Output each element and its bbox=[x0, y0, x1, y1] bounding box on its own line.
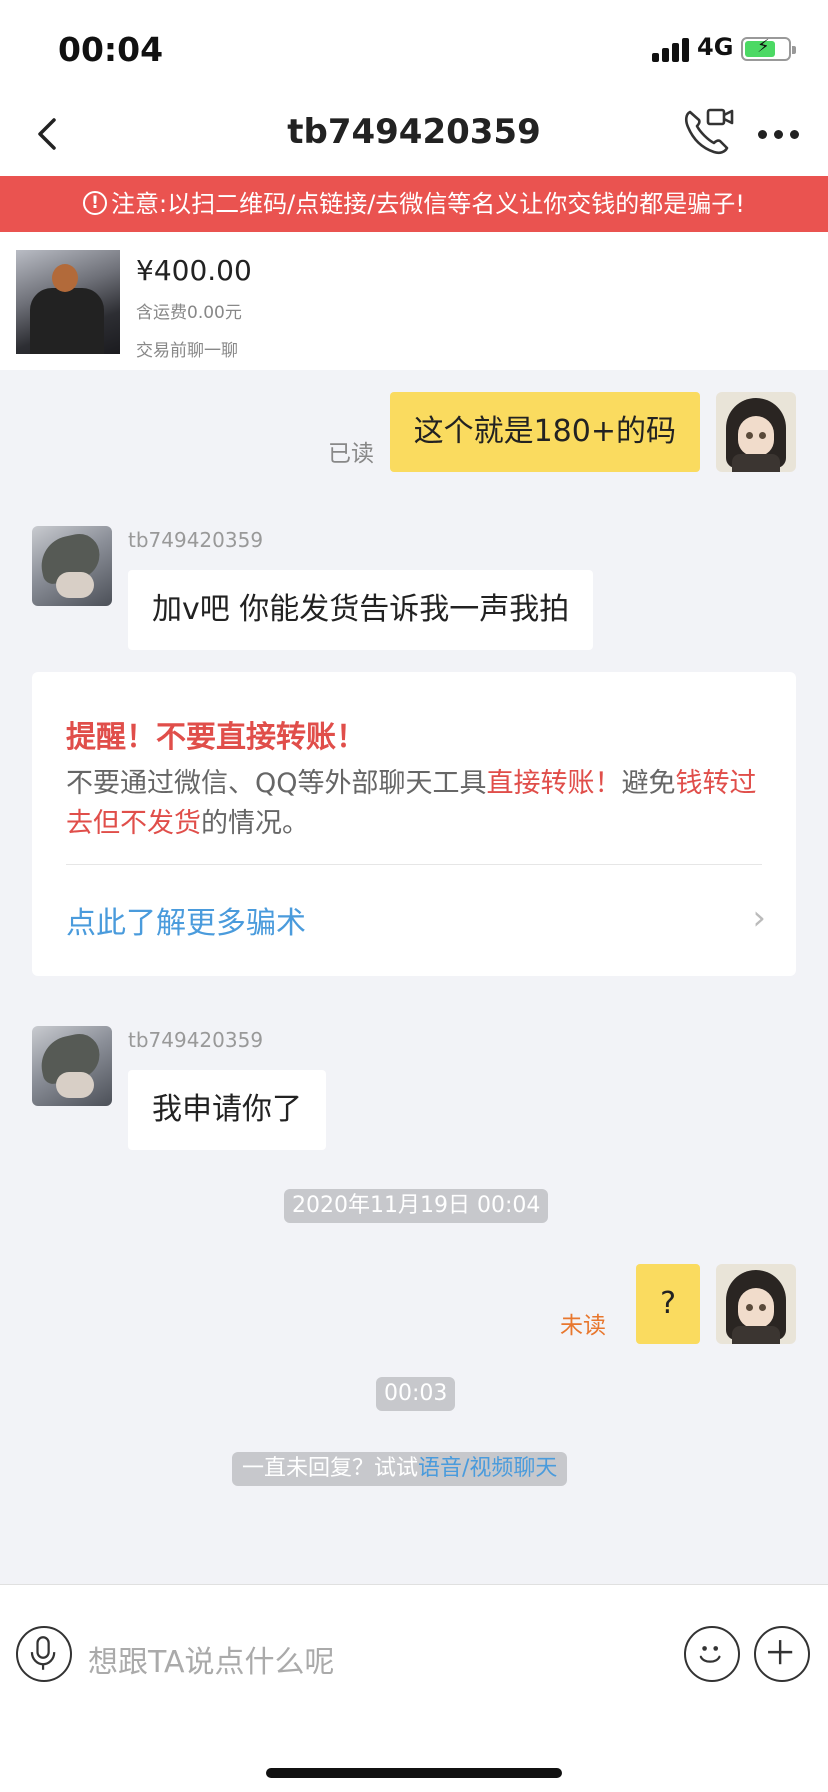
my-avatar[interactable] bbox=[716, 1264, 796, 1344]
product-note: 交易前聊一聊 bbox=[136, 341, 238, 361]
reminder-text-part: 避免 bbox=[621, 768, 676, 799]
home-indicator[interactable] bbox=[266, 1768, 562, 1778]
status-bar: 00:04 4G ⚡ bbox=[0, 0, 828, 92]
reminder-text-part: 的情况。 bbox=[201, 808, 309, 839]
read-status: 已读 bbox=[328, 441, 374, 467]
timestamp: 00:03 bbox=[376, 1377, 456, 1411]
sender-name: tb749420359 bbox=[128, 528, 264, 552]
contact-avatar[interactable] bbox=[32, 526, 112, 606]
unread-status: 未读 bbox=[560, 1313, 606, 1339]
product-card[interactable]: ¥400.00 含运费0.00元 交易前聊一聊 bbox=[0, 232, 828, 370]
voice-video-chat-link[interactable]: 语音/视频聊天 bbox=[418, 1456, 557, 1481]
network-type: 4G bbox=[697, 33, 734, 61]
message-bubble[interactable]: 加v吧 你能发货告诉我一声我拍 bbox=[128, 570, 594, 650]
hint-text: 一直未回复？试试 bbox=[242, 1456, 419, 1481]
microphone-icon bbox=[30, 1636, 56, 1670]
scam-warning-bar: ! 注意:以扫二维码/点链接/去微信等名义让你交钱的都是骗子! bbox=[0, 176, 828, 232]
more-icon[interactable] bbox=[758, 130, 802, 140]
reminder-title: 提醒！不要直接转账！ bbox=[66, 720, 366, 755]
signal-icon bbox=[652, 36, 692, 62]
message-input[interactable]: 想跟TA说点什么呢 bbox=[88, 1637, 335, 1681]
no-reply-hint: 一直未回复？试试语音/视频聊天 bbox=[232, 1452, 568, 1486]
contact-avatar[interactable] bbox=[32, 1026, 112, 1106]
add-button[interactable] bbox=[754, 1626, 810, 1682]
input-bar: 想跟TA说点什么呢 bbox=[0, 1584, 828, 1722]
alert-icon: ! bbox=[83, 191, 108, 215]
message-bubble[interactable]: ? bbox=[636, 1264, 700, 1344]
bottom-safe-area bbox=[0, 1722, 828, 1792]
transfer-reminder-card: 提醒！不要直接转账！ 不要通过微信、QQ等外部聊天工具直接转账！避免钱转过去但不… bbox=[32, 672, 796, 976]
divider bbox=[66, 864, 762, 865]
scam-warning-text: 注意:以扫二维码/点链接/去微信等名义让你交钱的都是骗子! bbox=[111, 190, 745, 218]
smiley-icon bbox=[699, 1646, 721, 1663]
product-price: ¥400.00 bbox=[136, 254, 252, 287]
battery-icon: ⚡ bbox=[741, 36, 796, 61]
timestamp: 2020年11月19日 00:04 bbox=[284, 1189, 549, 1223]
reminder-text: 不要通过微信、QQ等外部聊天工具直接转账！避免钱转过去但不发货的情况。 bbox=[66, 764, 766, 844]
learn-scams-link[interactable]: 点此了解更多骗术 bbox=[66, 898, 306, 942]
reminder-text-highlight: 直接转账！ bbox=[486, 768, 622, 799]
emoji-button[interactable] bbox=[684, 1626, 740, 1682]
voice-input-button[interactable] bbox=[16, 1626, 72, 1682]
plus-icon bbox=[768, 1640, 793, 1665]
product-shipping: 含运费0.00元 bbox=[136, 303, 242, 323]
chevron-right-icon[interactable]: › bbox=[752, 898, 766, 938]
reminder-text-part: 不要通过微信、QQ等外部聊天工具 bbox=[66, 768, 487, 799]
phone-video-icon[interactable] bbox=[682, 106, 734, 158]
message-bubble[interactable]: 这个就是180+的码 bbox=[389, 392, 700, 472]
message-bubble[interactable]: 我申请你了 bbox=[128, 1070, 326, 1150]
nav-bar: tb749420359 bbox=[0, 92, 828, 176]
my-avatar[interactable] bbox=[716, 392, 796, 472]
sender-name: tb749420359 bbox=[128, 1028, 264, 1052]
status-time: 00:04 bbox=[58, 30, 164, 69]
product-image[interactable] bbox=[16, 250, 120, 354]
